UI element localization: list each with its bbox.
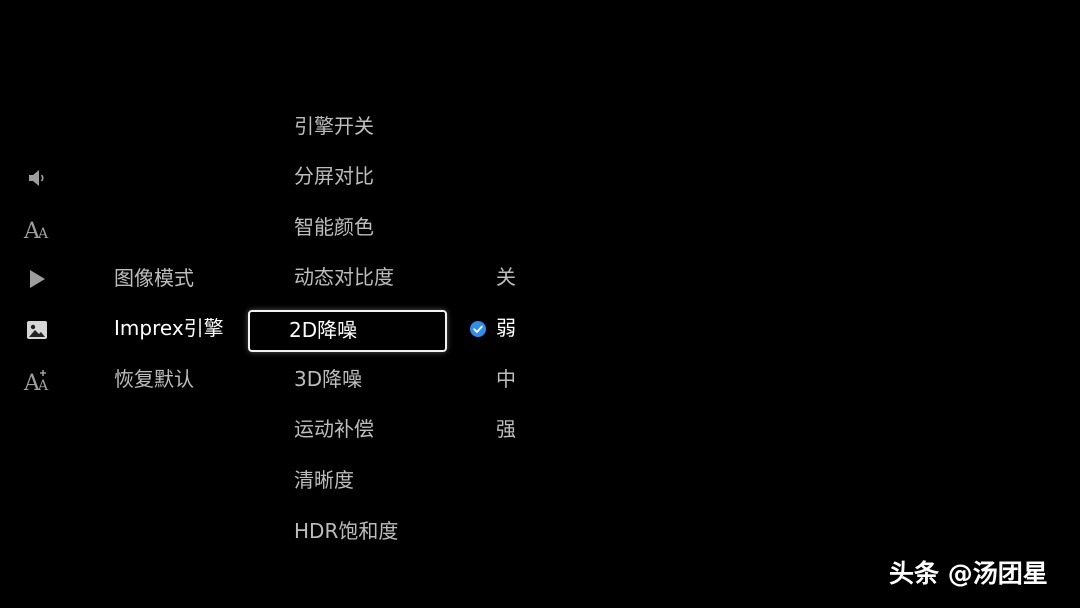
watermark: 头条 @汤团星 — [889, 559, 1048, 588]
volume-icon[interactable] — [22, 163, 52, 193]
option-hdr-saturation[interactable]: HDR饱和度 — [294, 518, 398, 544]
submenu-item-imprex-engine[interactable]: Imprex引擎 — [114, 315, 224, 341]
option-3d-noise-reduction[interactable]: 3D降噪 — [294, 366, 362, 392]
submenu-item-restore-default[interactable]: 恢复默认 — [114, 366, 194, 392]
option-sharpness[interactable]: 清晰度 — [294, 467, 354, 493]
svg-text:A: A — [37, 226, 49, 241]
option-2d-noise-reduction[interactable]: 2D降噪 — [248, 310, 447, 352]
value-medium[interactable]: 中 — [496, 366, 516, 392]
svg-text:A: A — [37, 378, 49, 392]
value-weak[interactable]: 弱 — [496, 315, 516, 341]
option-split-screen-compare[interactable]: 分屏对比 — [294, 163, 374, 189]
option-engine-switch[interactable]: 引擎开关 — [294, 113, 374, 139]
font-size-icon[interactable]: A A — [22, 214, 52, 244]
value-off[interactable]: 关 — [496, 264, 516, 290]
option-motion-compensation[interactable]: 运动补偿 — [294, 416, 374, 442]
option-2d-noise-reduction-label: 2D降噪 — [289, 318, 358, 342]
picture-icon[interactable] — [22, 315, 52, 345]
value-strong[interactable]: 强 — [496, 416, 516, 442]
submenu-item-picture-mode[interactable]: 图像模式 — [114, 265, 194, 291]
check-icon — [470, 321, 486, 337]
font-plus-icon[interactable]: A A — [22, 365, 52, 395]
play-icon[interactable] — [22, 264, 52, 294]
option-smart-color[interactable]: 智能颜色 — [294, 214, 374, 240]
option-dynamic-contrast[interactable]: 动态对比度 — [294, 264, 394, 290]
